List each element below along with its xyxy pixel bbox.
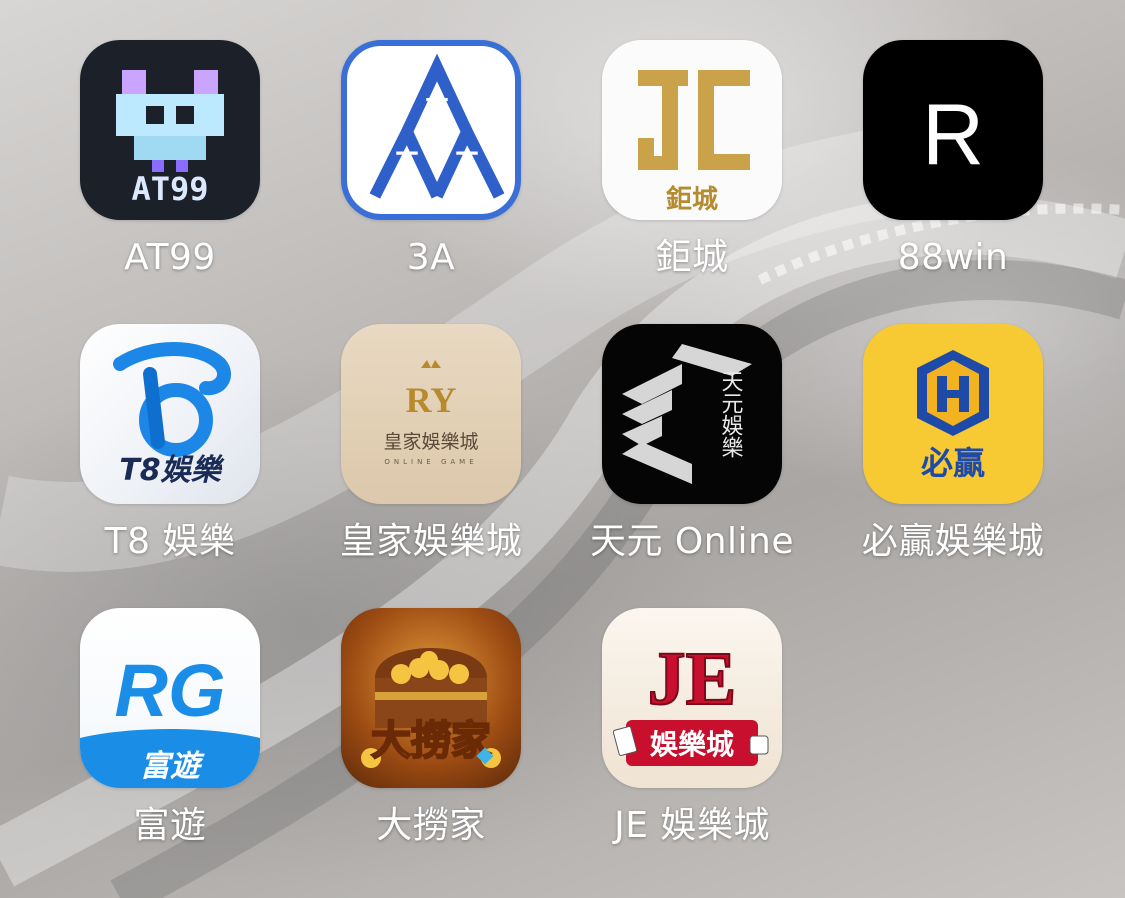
royal-casino-icon-text: 皇家娛樂城 (383, 431, 478, 453)
royal-casino-icon-subtext: ONLINE GAME (384, 458, 477, 466)
app-label: AT99 (124, 237, 216, 278)
app-88win[interactable]: R 88win (833, 40, 1073, 310)
royal-casino-icon[interactable]: RY 皇家娛樂城 ONLINE GAME (341, 324, 521, 504)
biying-icon[interactable]: 必贏 (863, 324, 1043, 504)
jucheng-icon[interactable]: 鉅城 (602, 40, 782, 220)
at99-icon-text: AT99 (131, 170, 208, 208)
88win-icon-text: R (922, 87, 984, 183)
app-label: JE 娛樂城 (614, 805, 770, 846)
royal-casino-icon-mark: RY (406, 380, 457, 420)
je-icon-text: JE (648, 637, 737, 721)
at99-icon[interactable]: AT99 (80, 40, 260, 220)
app-royal-casino[interactable]: RY 皇家娛樂城 ONLINE GAME 皇家娛樂城 (311, 324, 551, 594)
tianyuan-icon[interactable]: 天元娛樂 (602, 324, 782, 504)
app-dalaojia[interactable]: 大撈家 大撈家 (311, 608, 551, 878)
biying-icon-text: 必贏 (921, 444, 985, 482)
app-label: 富遊 (133, 805, 207, 846)
88win-icon[interactable]: R (863, 40, 1043, 220)
t8-icon[interactable]: T8娛樂 (80, 324, 260, 504)
3a-icon[interactable] (341, 40, 521, 220)
app-jucheng[interactable]: 鉅城 鉅城 (572, 40, 812, 310)
rg-icon-subtext: 富遊 (140, 749, 205, 784)
app-je[interactable]: JE 娛樂城 JE 娛樂城 (572, 608, 812, 878)
app-label: 3A (406, 237, 456, 278)
je-icon-subtext: 娛樂城 (649, 728, 734, 761)
app-label: 88win (897, 237, 1009, 278)
jucheng-icon-text: 鉅城 (666, 184, 718, 215)
app-3a[interactable]: 3A (311, 40, 551, 310)
app-label: 必贏娛樂城 (861, 521, 1045, 562)
app-label: 天元 Online (589, 521, 795, 562)
app-label: 鉅城 (655, 237, 729, 278)
app-rg[interactable]: RG 富遊 富遊 (50, 608, 290, 878)
app-biying[interactable]: 必贏 必贏娛樂城 (833, 324, 1073, 594)
app-t8[interactable]: T8娛樂 T8 娛樂 (50, 324, 290, 594)
rg-icon-text: RG (115, 649, 226, 732)
app-label: 大撈家 (376, 805, 486, 846)
t8-icon-text: T8娛樂 (119, 453, 224, 488)
tianyuan-icon-text: 天元娛樂 (718, 370, 744, 458)
app-label: 皇家娛樂城 (339, 521, 523, 562)
app-tianyuan[interactable]: 天元娛樂 天元 Online (572, 324, 812, 594)
dalaojia-icon[interactable]: 大撈家 (341, 608, 521, 788)
dalaojia-icon-text: 大撈家 (371, 718, 491, 764)
app-at99[interactable]: AT99 AT99 (50, 40, 290, 310)
rg-icon[interactable]: RG 富遊 (80, 608, 260, 788)
app-label: T8 娛樂 (104, 521, 236, 562)
je-icon[interactable]: JE 娛樂城 (602, 608, 782, 788)
